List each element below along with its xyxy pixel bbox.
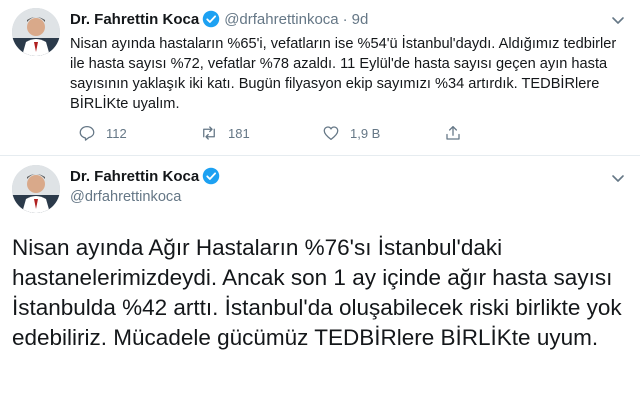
separator-dot: · <box>342 10 348 28</box>
tweet-text: Nisan ayında hastaların %65'i, vefatları… <box>70 36 617 112</box>
author-name[interactable]: Dr. Fahrettin Koca <box>70 11 199 28</box>
like-button[interactable]: 1,9 B <box>322 121 380 145</box>
tweet-header: Dr. Fahrettin Koca @drfahrettinkoca · 9d <box>70 10 368 28</box>
reply-button[interactable]: 112 <box>78 121 127 145</box>
avatar[interactable] <box>12 8 60 56</box>
chevron-down-icon[interactable] <box>610 12 626 28</box>
verified-badge-icon <box>202 10 220 28</box>
avatar[interactable] <box>12 165 60 213</box>
tweet-time[interactable]: 9d <box>352 11 369 28</box>
like-count: 1,9 B <box>350 125 381 141</box>
author-handle[interactable]: @drfahrettinkoca <box>224 11 338 28</box>
reply-count: 112 <box>106 125 127 141</box>
heart-icon <box>323 126 339 141</box>
retweet-button[interactable]: 181 <box>200 121 250 145</box>
tweet-header: Dr. Fahrettin Koca @drfahrettinkoca <box>70 167 224 205</box>
tweet-actions: 112 181 1,9 B <box>70 121 590 145</box>
retweet-icon <box>203 126 215 140</box>
reply-icon <box>79 125 95 141</box>
retweet-count: 181 <box>228 125 250 141</box>
share-icon <box>446 125 460 140</box>
chevron-down-icon[interactable] <box>610 170 626 186</box>
tweet-card[interactable]: Dr. Fahrettin Koca @drfahrettinkoca · 9d… <box>0 0 640 156</box>
verified-badge-icon <box>202 167 220 185</box>
tweet-text: Nisan ayında Ağır Hastaların %76'sı İsta… <box>12 235 622 350</box>
share-button[interactable] <box>444 121 472 145</box>
author-handle[interactable]: @drfahrettinkoca <box>70 189 224 205</box>
author-name[interactable]: Dr. Fahrettin Koca <box>70 168 199 185</box>
